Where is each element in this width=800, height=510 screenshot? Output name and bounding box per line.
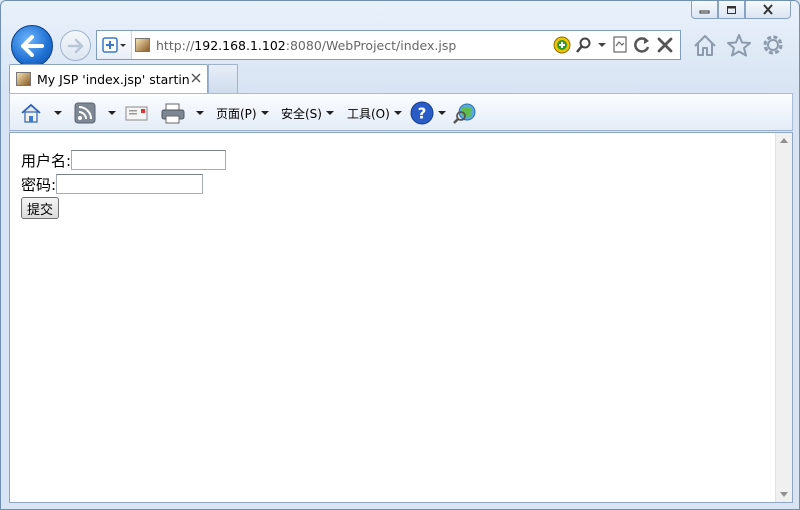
password-input[interactable] (56, 174, 204, 194)
tab-bar: My JSP 'index.jsp' startin... (1, 63, 799, 93)
tab-close-button[interactable] (189, 71, 203, 85)
chevron-down-icon[interactable] (438, 111, 446, 115)
home-command[interactable] (20, 101, 62, 125)
chevron-down-icon (325, 111, 334, 115)
print-command[interactable] (160, 101, 204, 125)
scroll-up-arrow-icon[interactable] (780, 138, 788, 143)
chevron-down-icon[interactable] (597, 41, 607, 49)
url-scheme: http:// (156, 38, 195, 53)
close-icon (191, 73, 201, 83)
research-icon (453, 103, 476, 124)
chevron-down-icon (393, 111, 402, 115)
home-button[interactable] (691, 31, 719, 59)
toolbar-right-icons (691, 31, 787, 59)
submit-row: 提交 (21, 196, 226, 219)
broken-page-icon[interactable] (612, 36, 628, 54)
security-shield-icon[interactable] (553, 36, 571, 54)
mail-icon (125, 106, 148, 121)
mail-command[interactable] (125, 101, 149, 125)
restore-icon (727, 5, 736, 14)
page-favicon (135, 38, 150, 52)
login-form: 用户名: 密码: 提交 (21, 148, 227, 219)
username-label: 用户名: (21, 151, 72, 170)
back-button[interactable] (11, 25, 53, 67)
favorites-star-icon (727, 34, 751, 57)
username-row: 用户名: (21, 148, 227, 172)
url-host: 192.168.1.102 (194, 38, 286, 53)
tools-menu-label: 工具(O) (347, 106, 390, 121)
chevron-down-icon[interactable] (196, 111, 204, 115)
browser-window: http://192.168.1.102:8080/WebProject/ind… (0, 0, 800, 510)
navigation-bar: http://192.168.1.102:8080/WebProject/ind… (1, 25, 799, 67)
new-tab-button[interactable] (208, 64, 238, 93)
chevron-down-icon[interactable] (108, 111, 116, 115)
window-bottom-frame (1, 503, 799, 509)
chevron-down-icon (260, 111, 269, 115)
refresh-icon[interactable] (633, 36, 651, 54)
compatibility-view-button[interactable] (97, 31, 132, 59)
minimize-icon (699, 10, 710, 14)
svg-text:?: ? (418, 105, 427, 123)
minimize-button[interactable] (691, 1, 718, 19)
address-bar[interactable]: http://192.168.1.102:8080/WebProject/ind… (96, 30, 681, 60)
safety-menu-label: 安全(S) (281, 106, 322, 121)
password-label: 密码: (21, 175, 57, 194)
safety-menu[interactable]: 安全(S) (281, 101, 334, 125)
page-menu[interactable]: 页面(P) (216, 101, 269, 125)
maximize-button[interactable] (718, 1, 745, 19)
research-command[interactable] (453, 101, 479, 125)
forward-button[interactable] (60, 30, 91, 61)
back-arrow-icon (21, 35, 44, 57)
command-bar: 页面(P) 安全(S) 工具(O) ? (9, 93, 793, 131)
search-icon[interactable] (576, 37, 592, 53)
tab-favicon (16, 72, 31, 86)
home-icon (21, 103, 41, 123)
password-row: 密码: (21, 172, 226, 196)
tools-gear-icon (763, 35, 783, 55)
home-icon (694, 35, 716, 56)
stop-icon[interactable] (656, 36, 674, 54)
submit-button[interactable]: 提交 (21, 197, 60, 219)
help-command[interactable]: ? (410, 101, 446, 125)
printer-icon (161, 103, 185, 124)
scroll-down-arrow-icon[interactable] (780, 492, 788, 497)
rss-feed-icon (74, 102, 96, 124)
tab-active[interactable]: My JSP 'index.jsp' startin... (9, 64, 208, 93)
username-input[interactable] (71, 150, 227, 170)
tools-button[interactable] (759, 31, 787, 59)
close-icon (763, 4, 773, 15)
feeds-command[interactable] (74, 101, 116, 125)
page-menu-label: 页面(P) (216, 106, 257, 121)
url-path: :8080/WebProject/index.jsp (285, 38, 457, 53)
window-controls (691, 1, 791, 20)
address-bar-actions (553, 36, 674, 54)
favorites-button[interactable] (725, 31, 753, 59)
tab-label: My JSP 'index.jsp' startin... (37, 72, 189, 87)
close-button[interactable] (745, 1, 791, 19)
address-url[interactable]: http://192.168.1.102:8080/WebProject/ind… (156, 38, 456, 53)
tools-menu[interactable]: 工具(O) (347, 101, 402, 125)
forward-arrow-icon (67, 38, 83, 53)
page-viewport: 用户名: 密码: 提交 (9, 132, 793, 503)
vertical-scrollbar[interactable] (775, 133, 792, 502)
chevron-down-icon[interactable] (54, 111, 62, 115)
help-icon: ? (410, 101, 434, 125)
compatibility-icon (102, 37, 126, 53)
